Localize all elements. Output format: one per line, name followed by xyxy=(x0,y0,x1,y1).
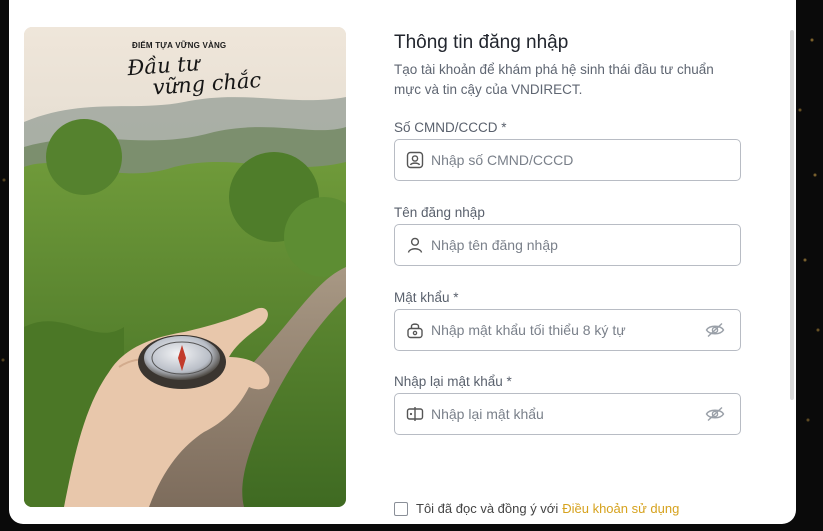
username-input-box[interactable] xyxy=(394,224,741,266)
eye-off-icon[interactable] xyxy=(704,321,726,339)
password-icon xyxy=(406,405,424,423)
confirm-password-input[interactable] xyxy=(431,406,704,422)
id-number-label: Số CMND/CCCD * xyxy=(394,120,507,135)
confirm-password-field: Nhập lại mật khẩu * xyxy=(394,373,744,435)
confirm-password-input-box[interactable] xyxy=(394,393,741,435)
user-icon xyxy=(406,236,424,254)
username-label: Tên đăng nhập xyxy=(394,205,485,220)
username-input[interactable] xyxy=(431,237,740,253)
username-field: Tên đăng nhập xyxy=(394,204,744,266)
password-input[interactable] xyxy=(431,322,704,338)
terms-checkbox[interactable] xyxy=(394,501,408,516)
form-title: Thông tin đăng nhập xyxy=(394,32,569,53)
register-modal: ĐIỂM TỰA VỮNG VÀNG Đầu tư vững chắc Thôn… xyxy=(9,0,796,524)
confirm-password-label: Nhập lại mật khẩu * xyxy=(394,374,512,389)
form-subtitle: Tạo tài khoản để khám phá hệ sinh thái đ… xyxy=(394,62,714,97)
hero-title: Đầu tư vững chắc xyxy=(127,48,280,100)
password-field: Mật khẩu * xyxy=(394,289,744,351)
terms-agreement: Tôi đã đọc và đồng ý với Điều khoản sử d… xyxy=(394,501,679,516)
terms-text: Tôi đã đọc và đồng ý với xyxy=(416,501,559,516)
id-number-input-box[interactable] xyxy=(394,139,741,181)
id-number-input[interactable] xyxy=(431,152,740,168)
eye-off-icon[interactable] xyxy=(704,405,726,423)
id-number-field: Số CMND/CCCD * xyxy=(394,119,744,181)
id-card-icon xyxy=(406,151,424,169)
landscape-illustration xyxy=(24,27,346,507)
password-input-box[interactable] xyxy=(394,309,741,351)
login-info-form: Thông tin đăng nhập Tạo tài khoản để khá… xyxy=(394,30,744,435)
lock-icon xyxy=(406,321,424,339)
form-scrollbar[interactable] xyxy=(790,30,794,400)
password-label: Mật khẩu * xyxy=(394,290,459,305)
hero-tagline: ĐIỂM TỰA VỮNG VÀNG xyxy=(132,41,227,50)
hero-image: ĐIỂM TỰA VỮNG VÀNG Đầu tư vững chắc xyxy=(24,27,346,507)
terms-link[interactable]: Điều khoản sử dụng xyxy=(562,501,679,516)
